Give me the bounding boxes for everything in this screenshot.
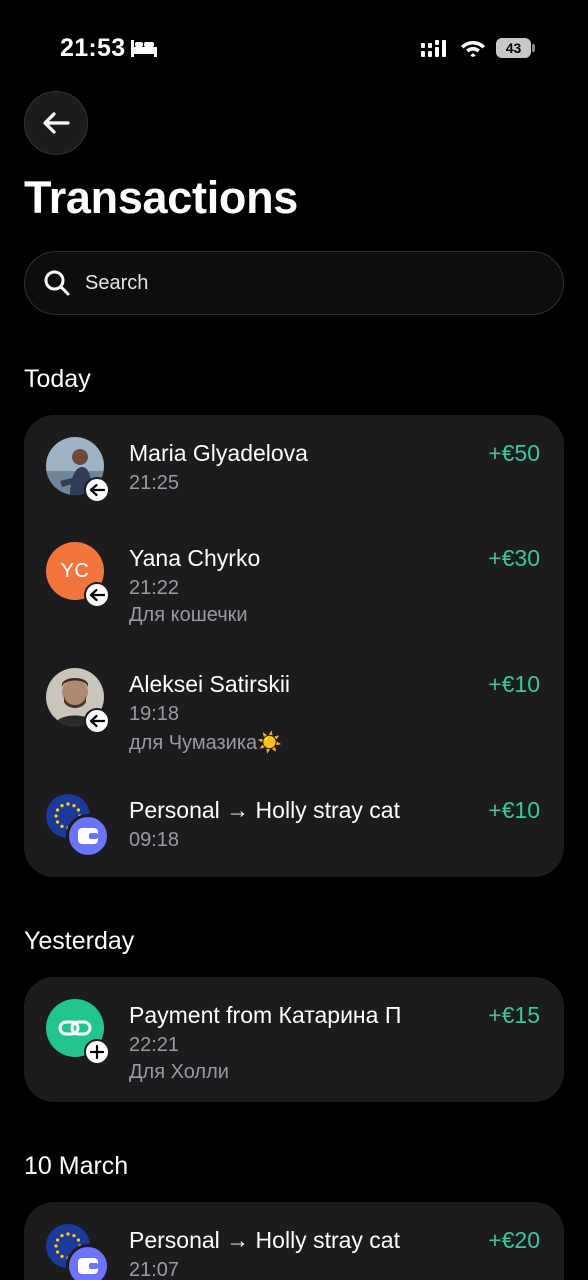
transaction-row[interactable]: Personal → Holly stray cat 21:07 +€20 xyxy=(24,1202,564,1280)
transaction-name: Personal → Holly stray cat xyxy=(129,1227,400,1253)
sleep-mode-icon xyxy=(131,40,157,57)
section-title-today: Today xyxy=(24,365,91,393)
transaction-name: Payment from Катарина П xyxy=(129,1002,402,1028)
transaction-time: 19:18 xyxy=(129,703,180,725)
transaction-name: Personal → Holly stray cat xyxy=(129,797,400,823)
transaction-time: 21:22 xyxy=(129,577,180,599)
transaction-time: 09:18 xyxy=(129,829,180,851)
search-bar[interactable] xyxy=(24,251,564,315)
back-button[interactable] xyxy=(24,91,88,155)
transaction-note: Для Холли xyxy=(129,1061,229,1083)
incoming-arrow-icon xyxy=(84,708,110,734)
transaction-name: Aleksei Satirskii xyxy=(129,671,291,697)
transaction-amount: +€10 xyxy=(488,797,540,823)
cellular-signal-icon xyxy=(421,40,446,57)
transaction-time: 22:21 xyxy=(129,1034,180,1056)
search-input[interactable] xyxy=(85,271,505,295)
transaction-note: для Чумазика☀️ xyxy=(129,732,283,754)
status-time: 21:53 xyxy=(60,34,126,62)
plus-icon xyxy=(84,1039,110,1065)
transactions-card-today: Maria Glyadelova 21:25 +€50 YC Yana Chyr… xyxy=(24,415,564,877)
battery-icon: 43 xyxy=(496,38,536,58)
transaction-row[interactable]: Maria Glyadelova 21:25 +€50 xyxy=(24,415,564,535)
battery-level: 43 xyxy=(496,38,531,58)
transaction-row[interactable]: Payment from Катарина П 22:21 Для Холли … xyxy=(24,977,564,1097)
wallet-icon xyxy=(66,1244,110,1280)
transaction-amount: +€20 xyxy=(488,1227,540,1253)
link-icon xyxy=(58,1020,92,1036)
transaction-row[interactable]: Aleksei Satirskii 19:18 для Чумазика☀️ +… xyxy=(24,646,564,766)
transaction-amount: +€10 xyxy=(488,671,540,697)
section-title-yesterday: Yesterday xyxy=(24,927,135,955)
page-title: Transactions xyxy=(24,172,299,223)
transaction-amount: +€30 xyxy=(488,545,540,571)
transaction-name: Yana Chyrko xyxy=(129,545,261,571)
section-title-10-march: 10 March xyxy=(24,1152,129,1180)
transaction-amount: +€50 xyxy=(488,440,540,466)
transaction-note: Для кошечки xyxy=(129,604,248,626)
wifi-icon xyxy=(461,41,485,57)
transaction-row[interactable]: YC Yana Chyrko 21:22 Для кошечки +€30 xyxy=(24,520,564,640)
search-icon xyxy=(44,270,70,296)
transaction-amount: +€15 xyxy=(488,1002,540,1028)
status-bar: 21:53 43 xyxy=(0,0,588,96)
transaction-time: 21:25 xyxy=(129,472,180,494)
incoming-arrow-icon xyxy=(84,582,110,608)
wallet-icon xyxy=(66,814,110,858)
transaction-time: 21:07 xyxy=(129,1259,180,1280)
arrow-left-icon xyxy=(43,112,70,134)
transaction-row[interactable]: Personal → Holly stray cat 09:18 +€10 xyxy=(24,772,564,892)
transactions-card-10-march: Personal → Holly stray cat 21:07 +€20 xyxy=(24,1202,564,1280)
incoming-arrow-icon xyxy=(84,477,110,503)
transaction-name: Maria Glyadelova xyxy=(129,440,308,466)
transactions-card-yesterday: Payment from Катарина П 22:21 Для Холли … xyxy=(24,977,564,1102)
